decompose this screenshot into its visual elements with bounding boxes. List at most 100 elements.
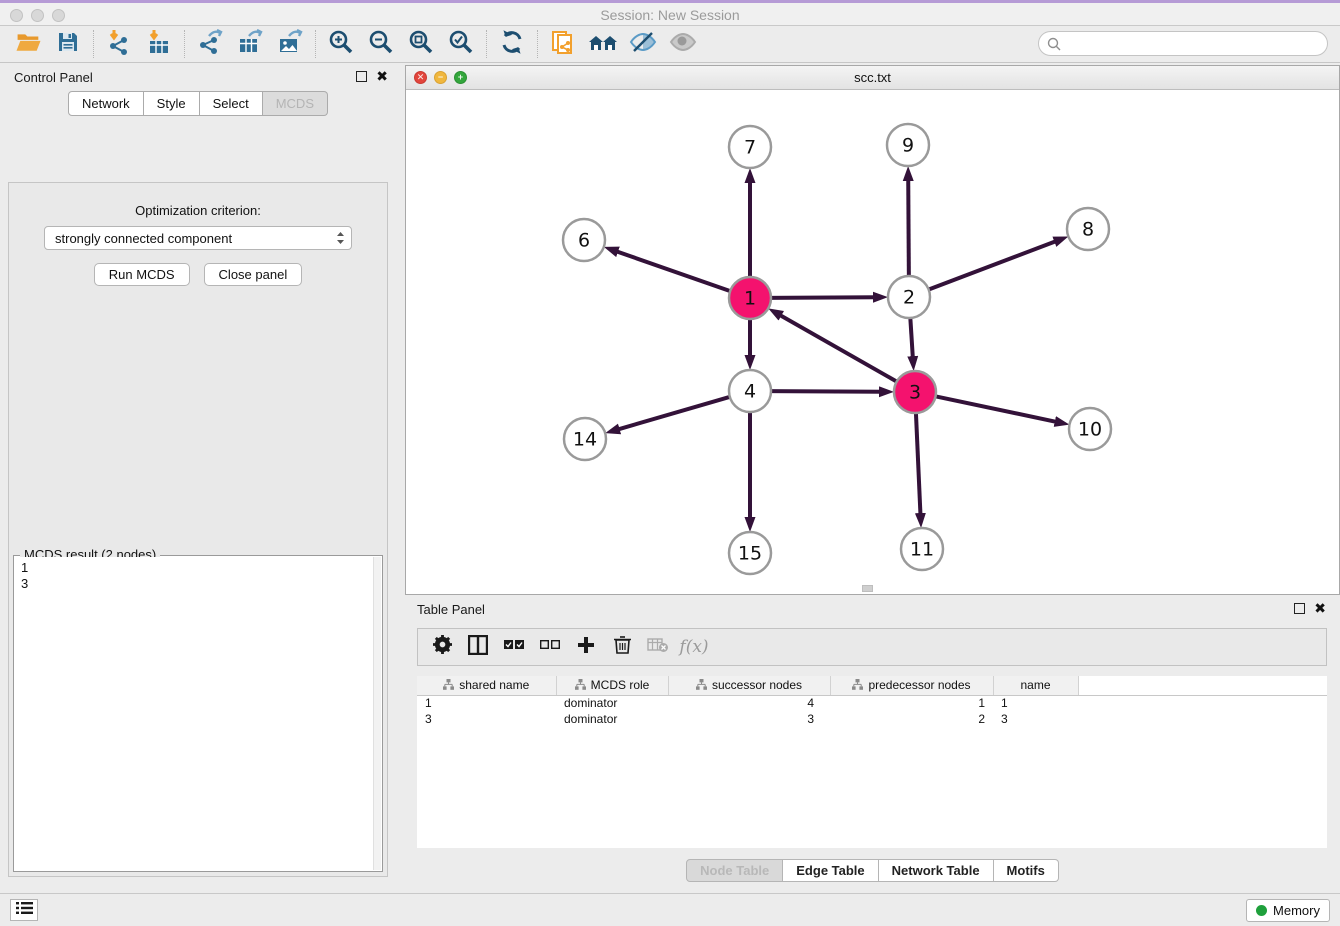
export-image-icon: [277, 29, 303, 60]
mcds-result-line: 1: [21, 560, 367, 576]
graph-node-label-14: 14: [573, 429, 597, 451]
criterion-select[interactable]: strongly connected component: [44, 226, 352, 250]
graph-edge-2-9[interactable]: [908, 178, 909, 278]
close-table-panel-icon[interactable]: ✖: [1314, 603, 1326, 614]
cell-name[interactable]: 1: [993, 695, 1078, 711]
graph-node-label-8: 8: [1082, 219, 1094, 241]
column-header-mcds-role[interactable]: MCDS role: [556, 676, 668, 695]
plus-icon: [577, 636, 595, 659]
network-canvas[interactable]: 7968124314101511: [406, 90, 1339, 594]
tab-motifs[interactable]: Motifs: [994, 859, 1059, 882]
show-all-panels-button[interactable]: [583, 28, 623, 60]
network-graph[interactable]: 7968124314101511: [406, 90, 1339, 594]
cell-mcds-role[interactable]: dominator: [556, 695, 668, 711]
mcds-result-list[interactable]: 1 3: [15, 557, 373, 870]
zoom-in-icon: [328, 29, 354, 60]
network-title: scc.txt: [406, 70, 1339, 85]
close-panel-button[interactable]: Close panel: [204, 263, 303, 286]
zoom-selected-button[interactable]: [441, 28, 481, 60]
graph-edge-3-1[interactable]: [779, 314, 899, 382]
tab-edge-table[interactable]: Edge Table: [783, 859, 878, 882]
import-network-icon: [106, 29, 132, 60]
zoom-out-button[interactable]: [361, 28, 401, 60]
search-area: [1038, 31, 1328, 56]
column-header-predecessor-nodes[interactable]: predecessor nodes: [830, 676, 993, 695]
graph-node-label-15: 15: [738, 543, 762, 565]
cell-shared-name[interactable]: 3: [417, 711, 556, 727]
table-row[interactable]: 3 dominator 3 2 3: [417, 711, 1327, 727]
select-all-button[interactable]: [502, 635, 526, 659]
add-column-button[interactable]: [574, 635, 598, 659]
search-input[interactable]: [1038, 31, 1328, 56]
table-settings-button[interactable]: [430, 635, 454, 659]
run-mcds-button[interactable]: Run MCDS: [94, 263, 190, 286]
delete-table-button-disabled[interactable]: [646, 635, 670, 659]
import-network-button[interactable]: [99, 28, 139, 60]
export-table-button[interactable]: [230, 28, 270, 60]
cell-shared-name[interactable]: 1: [417, 695, 556, 711]
tab-select[interactable]: Select: [200, 91, 263, 116]
graph-edge-4-14[interactable]: [617, 396, 732, 429]
cell-predecessor-nodes[interactable]: 1: [830, 695, 993, 711]
import-table-button[interactable]: [139, 28, 179, 60]
delete-column-button[interactable]: [610, 635, 634, 659]
graph-edge-1-2[interactable]: [769, 297, 876, 298]
cell-name[interactable]: 3: [993, 711, 1078, 727]
column-header-shared-name[interactable]: shared name: [417, 676, 556, 695]
graph-edge-3-10[interactable]: [934, 396, 1058, 422]
graph-edge-3-11[interactable]: [916, 411, 921, 516]
preview-disabled-button[interactable]: [663, 28, 703, 60]
toolbar-separator: [486, 30, 487, 58]
network-from-file-button[interactable]: [543, 28, 583, 60]
show-log-button[interactable]: [10, 899, 38, 921]
import-table-icon: [146, 29, 172, 60]
column-header-name[interactable]: name: [993, 676, 1078, 695]
graph-node-label-7: 7: [744, 137, 756, 159]
status-bar: Memory: [0, 893, 1340, 926]
save-session-button[interactable]: [48, 28, 88, 60]
export-image-button[interactable]: [270, 28, 310, 60]
column-selector-button[interactable]: [466, 635, 490, 659]
column-header-successor-nodes[interactable]: successor nodes: [668, 676, 830, 695]
open-file-button[interactable]: [8, 28, 48, 60]
tab-node-table[interactable]: Node Table: [686, 859, 783, 882]
export-network-button[interactable]: [190, 28, 230, 60]
table-panel-tabs: Node Table Edge Table Network Table Moti…: [405, 859, 1340, 882]
function-builder-button-disabled[interactable]: f(x): [682, 635, 706, 659]
tab-style[interactable]: Style: [144, 91, 200, 116]
graph-edge-4-3[interactable]: [769, 391, 882, 392]
app-titlebar: Session: New Session: [0, 0, 1340, 26]
search-icon: [1047, 37, 1061, 56]
memory-status-icon: [1256, 905, 1267, 916]
network-window-titlebar[interactable]: ✕ − + scc.txt: [406, 66, 1339, 90]
tab-network-table[interactable]: Network Table: [879, 859, 994, 882]
graph-edge-1-6[interactable]: [615, 251, 732, 292]
hide-panels-button[interactable]: [623, 28, 663, 60]
list-icon: [16, 901, 33, 920]
cell-predecessor-nodes[interactable]: 2: [830, 711, 993, 727]
cell-successor-nodes[interactable]: 4: [668, 695, 830, 711]
graph-edge-2-8[interactable]: [927, 241, 1057, 291]
tab-mcds[interactable]: MCDS: [263, 91, 328, 116]
deselect-all-button[interactable]: [538, 635, 562, 659]
select-stepper-icon: [336, 231, 347, 245]
zoom-selected-icon: [448, 29, 474, 60]
refresh-view-button[interactable]: [492, 28, 532, 60]
graph-edge-2-3[interactable]: [910, 316, 913, 359]
table-toolbar: f(x): [417, 628, 1327, 666]
cell-mcds-role[interactable]: dominator: [556, 711, 668, 727]
network-resize-grip[interactable]: [862, 585, 873, 592]
table-panel-title: Table Panel: [417, 602, 485, 617]
result-scrollbar[interactable]: [373, 557, 381, 870]
hierarchy-icon: [696, 679, 707, 693]
cell-successor-nodes[interactable]: 3: [668, 711, 830, 727]
float-table-panel-icon[interactable]: [1294, 603, 1305, 614]
float-panel-icon[interactable]: [356, 71, 367, 82]
close-panel-icon[interactable]: ✖: [376, 71, 388, 82]
network-view-window: ✕ − + scc.txt 7968124314101511: [405, 65, 1340, 595]
zoom-in-button[interactable]: [321, 28, 361, 60]
tab-network[interactable]: Network: [68, 91, 144, 116]
memory-button[interactable]: Memory: [1246, 899, 1330, 922]
table-row[interactable]: 1 dominator 4 1 1: [417, 695, 1327, 711]
zoom-fit-button[interactable]: [401, 28, 441, 60]
